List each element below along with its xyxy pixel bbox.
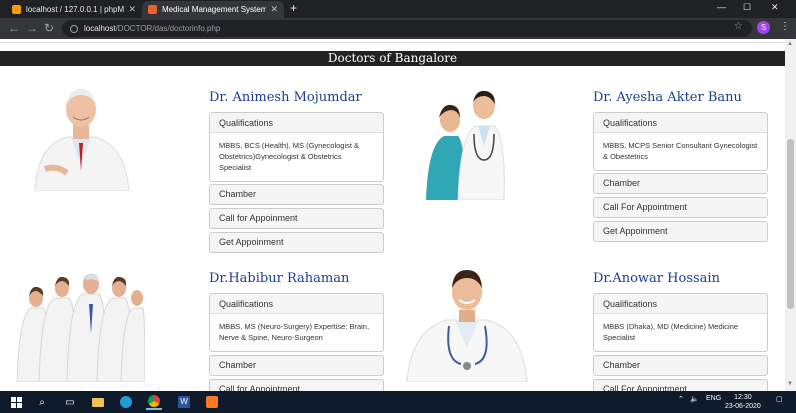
word-icon[interactable]: W — [176, 394, 192, 410]
notifications-icon[interactable]: ▢ — [776, 395, 783, 403]
doctor-photo — [27, 73, 135, 191]
tray-chevron-icon[interactable]: ⌃ — [678, 395, 684, 403]
doctor-photo — [403, 264, 531, 382]
maximize-icon[interactable]: ☐ — [743, 2, 751, 13]
qualifications-panel: Qualifications MBBS, MS (Neuro-Surgery) … — [209, 293, 384, 352]
chamber-button[interactable]: Chamber — [593, 355, 768, 376]
qualifications-text: MBBS, BCS (Health), MS (Gynecologist & O… — [219, 141, 360, 172]
address-bar[interactable]: localhost /DOCTOR/das/doctorinfo.php — [62, 20, 752, 37]
url-host: localhost — [84, 24, 116, 33]
windows-start-icon[interactable] — [8, 394, 24, 410]
site-nav-strip — [0, 39, 785, 43]
call-appointment-button[interactable]: Call for Appointment — [209, 379, 384, 391]
search-icon[interactable]: ⌕ — [34, 394, 50, 410]
doctor-name: Dr.Habibur Rahaman — [209, 271, 350, 286]
qualifications-panel: Qualifications MBBS, BCS (Health), MS (G… — [209, 112, 384, 182]
doctor-photo — [17, 264, 145, 382]
get-appointment-button[interactable]: Get Appoinment — [593, 221, 768, 242]
browser-menu-icon[interactable]: ⋮ — [780, 21, 790, 32]
doctor-name: Dr.Anowar Hossain — [593, 271, 720, 286]
qualifications-text: MBBS, MS (Neuro-Surgery) Expertise: Brai… — [219, 322, 370, 342]
chamber-button[interactable]: Chamber — [209, 355, 384, 376]
bookmark-star-icon[interactable]: ☆ — [734, 21, 743, 32]
qualifications-heading[interactable]: Qualifications — [594, 113, 767, 133]
tab-medical-management[interactable]: Medical Management System ✕ — [142, 1, 284, 18]
qualifications-text: MBBS, MCPS Senior Consultant Gynecologis… — [603, 141, 758, 161]
profile-avatar[interactable]: S — [757, 21, 770, 34]
system-clock[interactable]: 12:30 23-06-2020 — [725, 393, 761, 411]
scrollbar-thumb[interactable] — [787, 139, 794, 309]
call-appointment-button[interactable]: Call For Appointment — [593, 379, 768, 391]
phpmyadmin-favicon-icon — [12, 5, 21, 14]
tab-title: localhost / 127.0.0.1 | phpMyAdmin — [26, 5, 125, 14]
page-scrollbar[interactable]: ▲ ▼ — [785, 39, 796, 391]
file-explorer-icon[interactable] — [90, 394, 106, 410]
browser-tab-bar: localhost / 127.0.0.1 | phpMyAdmin ✕ Med… — [0, 0, 796, 18]
qualifications-heading[interactable]: Qualifications — [210, 113, 383, 133]
clock-time: 12:30 — [734, 394, 752, 401]
medical-favicon-icon — [148, 5, 157, 14]
browser-toolbar: ← → ↻ localhost /DOCTOR/das/doctorinfo.p… — [0, 18, 796, 39]
qualifications-panel: Qualifications MBBS (Dhaka), MD (Medicin… — [593, 293, 768, 352]
qualifications-text: MBBS (Dhaka), MD (Medicine) Medicine Spe… — [603, 322, 739, 342]
qualifications-heading[interactable]: Qualifications — [210, 294, 383, 314]
chamber-button[interactable]: Chamber — [209, 184, 384, 205]
get-appointment-button[interactable]: Get Appoinment — [209, 232, 384, 253]
tab-title: Medical Management System — [162, 5, 267, 14]
url-path: /DOCTOR/das/doctorinfo.php — [115, 24, 221, 33]
close-tab-icon[interactable]: ✕ — [128, 4, 136, 15]
chrome-icon[interactable] — [146, 394, 162, 410]
qualifications-panel: Qualifications MBBS, MCPS Senior Consult… — [593, 112, 768, 171]
doctor-name: Dr. Animesh Mojumdar — [209, 90, 362, 105]
reload-icon[interactable]: ↻ — [44, 21, 54, 35]
edge-icon[interactable] — [118, 394, 134, 410]
close-window-icon[interactable]: ✕ — [771, 2, 779, 13]
page-title: Doctors of Bangalore — [0, 51, 785, 66]
volume-icon[interactable]: 🔈 — [690, 395, 699, 403]
qualifications-heading[interactable]: Qualifications — [594, 294, 767, 314]
task-view-icon[interactable]: ▭ — [62, 394, 78, 410]
clock-date: 23-06-2020 — [725, 403, 761, 410]
call-appointment-button[interactable]: Call for Appoinment — [209, 208, 384, 229]
site-info-icon[interactable] — [70, 24, 78, 33]
close-tab-icon[interactable]: ✕ — [270, 4, 278, 15]
xampp-icon[interactable] — [204, 394, 220, 410]
doctor-photo — [424, 84, 506, 200]
forward-icon[interactable]: → — [26, 21, 38, 35]
scroll-up-icon[interactable]: ▲ — [787, 41, 793, 47]
minimize-icon[interactable]: — — [717, 2, 726, 12]
page-viewport: Doctors of Bangalore Dr. Animesh Mojumda… — [0, 39, 785, 391]
windows-taskbar: ⌕ ▭ W ⌃ 🔈 ENG 12:30 23-06-2020 ▢ — [0, 391, 796, 413]
chamber-button[interactable]: Chamber — [593, 173, 768, 194]
call-appointment-button[interactable]: Call For Appointment — [593, 197, 768, 218]
new-tab-button[interactable]: + — [290, 1, 297, 15]
doctor-name: Dr. Ayesha Akter Banu — [593, 90, 742, 105]
scroll-down-icon[interactable]: ▼ — [787, 381, 793, 387]
language-indicator[interactable]: ENG — [706, 395, 721, 402]
tab-phpmyadmin[interactable]: localhost / 127.0.0.1 | phpMyAdmin ✕ — [6, 1, 142, 18]
back-icon[interactable]: ← — [8, 21, 20, 35]
